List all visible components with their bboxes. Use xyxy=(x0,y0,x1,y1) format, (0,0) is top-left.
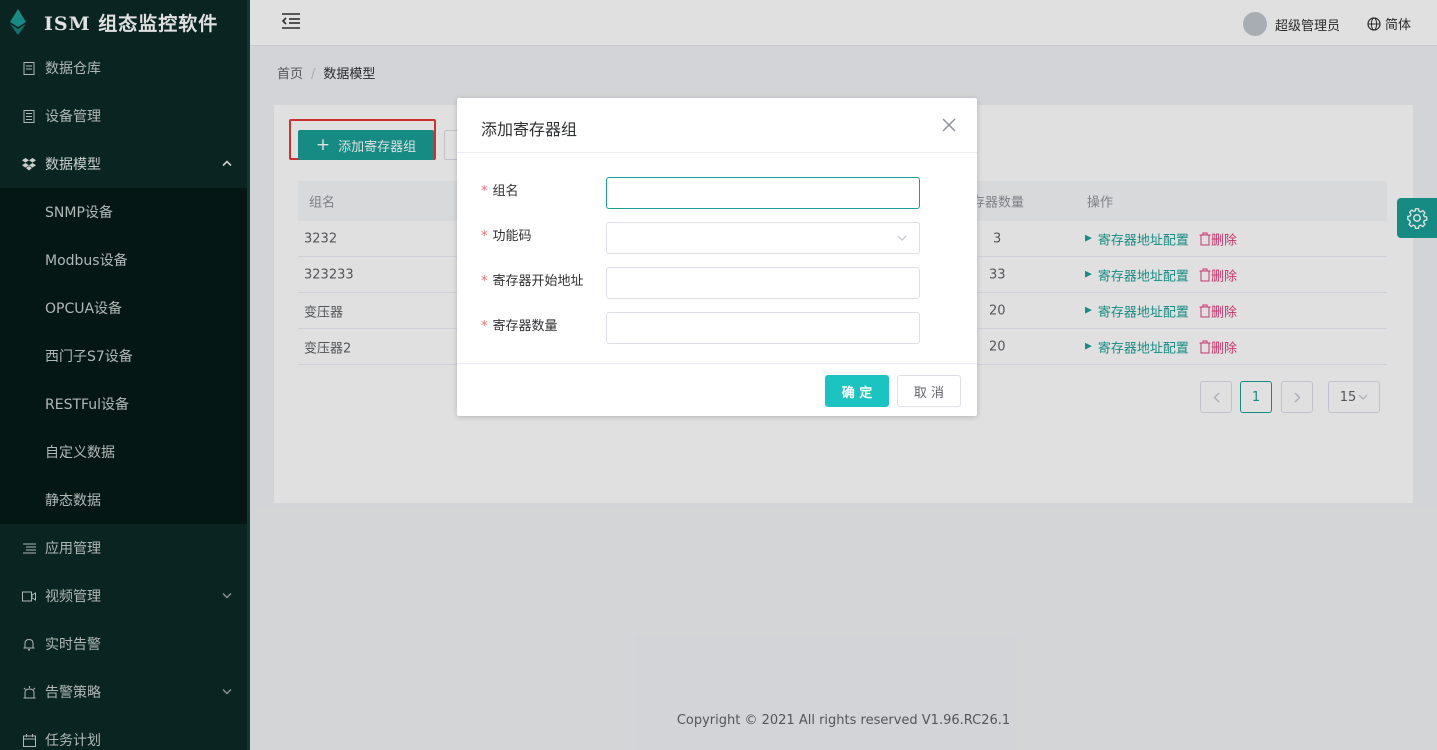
group-name-input[interactable] xyxy=(606,177,920,209)
add-register-group-dialog: 添加寄存器组 * 组名 * 功能码 * 寄存器开始地址 * 寄存器数量 确 定 取 消 xyxy=(457,98,977,416)
required-mark: * xyxy=(481,184,488,199)
required-mark: * xyxy=(481,319,488,334)
function-code-label: * 功能码 xyxy=(481,225,532,244)
form-row-function-code: * 功能码 xyxy=(457,222,977,254)
start-address-input[interactable] xyxy=(606,267,920,299)
form-row-register-count: * 寄存器数量 xyxy=(457,312,977,344)
required-mark: * xyxy=(481,274,488,289)
dialog-title: 添加寄存器组 xyxy=(481,120,578,139)
register-count-input[interactable] xyxy=(606,312,920,344)
modal-mask-sidebar xyxy=(0,0,250,750)
confirm-button[interactable]: 确 定 xyxy=(825,375,889,407)
cancel-button[interactable]: 取 消 xyxy=(897,375,961,407)
field-label: 组名 xyxy=(492,184,519,199)
register-count-label: * 寄存器数量 xyxy=(481,315,558,334)
dialog-footer: 确 定 取 消 xyxy=(457,363,977,416)
form-row-group-name: * 组名 xyxy=(457,177,977,209)
field-label: 功能码 xyxy=(492,229,532,244)
dialog-header: 添加寄存器组 xyxy=(457,98,977,153)
chevron-down-icon xyxy=(897,235,907,241)
field-label: 寄存器数量 xyxy=(492,319,558,334)
close-icon[interactable] xyxy=(941,117,957,133)
form-row-start-address: * 寄存器开始地址 xyxy=(457,267,977,299)
start-address-label: * 寄存器开始地址 xyxy=(481,270,584,289)
function-code-select[interactable] xyxy=(606,222,920,254)
group-name-label: * 组名 xyxy=(481,180,519,199)
required-mark: * xyxy=(481,229,488,244)
field-label: 寄存器开始地址 xyxy=(492,274,584,289)
